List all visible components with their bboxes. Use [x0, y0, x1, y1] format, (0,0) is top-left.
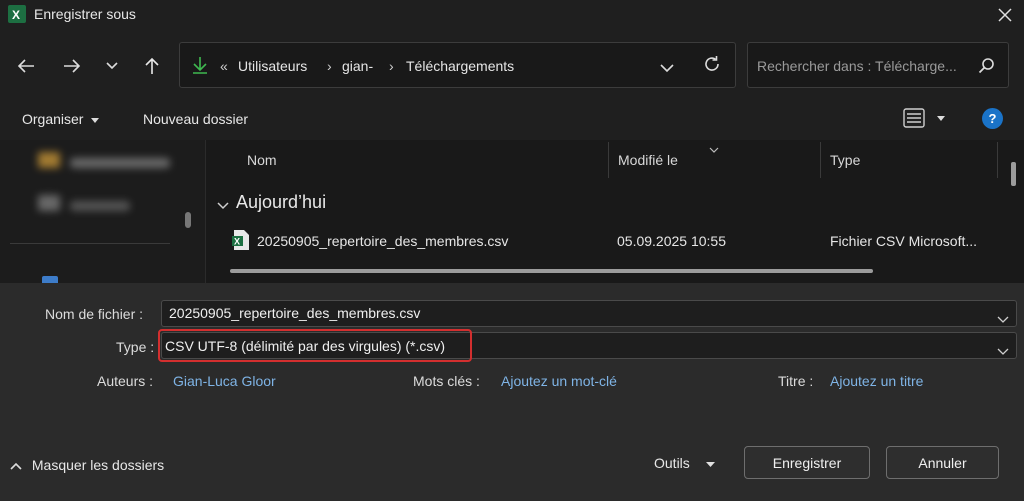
address-dropdown-button[interactable]: [660, 60, 674, 76]
type-label: Type :: [116, 339, 155, 355]
arrow-right-icon: [64, 59, 81, 73]
view-options-button[interactable]: [903, 108, 945, 131]
close-icon: [998, 8, 1012, 22]
caret-down-icon: [937, 116, 945, 121]
cancel-button[interactable]: Annuler: [886, 446, 999, 479]
keywords-label: Mots clés :: [413, 373, 480, 389]
filename-dropdown-button[interactable]: [997, 310, 1009, 326]
chevron-down-icon: [997, 316, 1009, 323]
title-input[interactable]: Ajoutez un titre: [830, 373, 923, 389]
column-header-modified[interactable]: Modifié le: [618, 152, 678, 168]
up-button[interactable]: [138, 52, 166, 80]
caret-down-icon: [91, 117, 100, 123]
tools-label: Outils: [654, 455, 690, 471]
keywords-input[interactable]: Ajoutez un mot-clé: [501, 373, 617, 389]
list-view-icon: [903, 108, 925, 128]
excel-icon: X: [8, 5, 26, 23]
column-header-type[interactable]: Type: [830, 152, 860, 168]
window-title: Enregistrer sous: [34, 6, 136, 22]
nav-divider: [10, 243, 170, 244]
refresh-button[interactable]: [703, 55, 721, 76]
chevron-up-icon: [10, 463, 22, 470]
file-type: Fichier CSV Microsoft...: [830, 233, 978, 249]
caret-down-icon: [705, 461, 715, 467]
recent-locations-button[interactable]: [98, 52, 126, 80]
address-overflow[interactable]: «: [220, 58, 228, 74]
chevron-down-icon: [106, 62, 118, 70]
column-divider[interactable]: [608, 142, 609, 178]
pc-icon: [42, 276, 58, 283]
save-button[interactable]: Enregistrer: [744, 446, 870, 479]
chevron-down-icon: [217, 202, 229, 210]
breadcrumb-gian[interactable]: gian-: [342, 58, 373, 74]
breadcrumb-utilisateurs[interactable]: Utilisateurs: [238, 58, 307, 74]
breadcrumb-separator: ›: [327, 58, 332, 74]
nav-scrollbar[interactable]: [185, 212, 191, 228]
hide-folders-label: Masquer les dossiers: [31, 457, 165, 473]
search-input[interactable]: Rechercher dans : Télécharge...: [757, 58, 957, 74]
authors-value[interactable]: Gian-Luca Gloor: [173, 373, 276, 389]
column-divider[interactable]: [820, 142, 821, 178]
file-name: 20250905_repertoire_des_membres.csv: [257, 233, 509, 249]
type-dropdown-button[interactable]: [997, 342, 1009, 358]
arrow-up-icon: [145, 57, 159, 74]
file-list: [206, 140, 1024, 283]
forward-button[interactable]: [58, 52, 86, 80]
column-divider[interactable]: [997, 142, 998, 178]
group-header-today[interactable]: Aujourd’hui: [236, 192, 326, 213]
svg-text:X: X: [234, 237, 240, 247]
organise-label: Organiser: [22, 111, 84, 127]
filename-input[interactable]: 20250905_repertoire_des_membres.csv: [169, 305, 420, 321]
title-bar: [0, 0, 1024, 30]
svg-text:X: X: [12, 8, 20, 22]
help-icon: ?: [988, 111, 997, 126]
back-button[interactable]: [12, 52, 40, 80]
title-label: Titre :: [778, 373, 814, 389]
filename-label: Nom de fichier :: [45, 306, 144, 322]
authors-label: Auteurs :: [97, 373, 154, 389]
refresh-icon: [705, 56, 719, 71]
breadcrumb-separator: ›: [389, 58, 394, 74]
csv-file-icon: X: [232, 230, 250, 253]
hide-folders-button[interactable]: Masquer les dossiers: [10, 457, 164, 473]
nav-item-folder[interactable]: [38, 152, 178, 172]
vertical-scrollbar[interactable]: [1011, 162, 1016, 186]
arrow-left-icon: [17, 59, 34, 73]
tools-menu[interactable]: Outils: [654, 455, 715, 471]
help-button[interactable]: ?: [982, 108, 1003, 129]
file-modified: 05.09.2025 10:55: [617, 233, 726, 249]
chevron-down-icon: [997, 348, 1009, 355]
new-folder-button[interactable]: Nouveau dossier: [143, 111, 248, 127]
group-collapse-button[interactable]: [217, 197, 229, 213]
organise-menu[interactable]: Organiser: [22, 111, 100, 127]
horizontal-scrollbar[interactable]: [230, 269, 873, 273]
close-button[interactable]: [986, 0, 1024, 30]
nav-item-folder[interactable]: [38, 195, 138, 215]
search-icon[interactable]: [978, 57, 995, 77]
breadcrumb-telechargements[interactable]: Téléchargements: [406, 58, 514, 74]
column-header-name[interactable]: Nom: [247, 152, 277, 168]
chevron-down-icon: [660, 64, 674, 73]
sort-indicator-icon: [709, 140, 719, 156]
type-value[interactable]: CSV UTF-8 (délimité par des virgules) (*…: [165, 338, 445, 354]
download-icon: [191, 55, 209, 78]
